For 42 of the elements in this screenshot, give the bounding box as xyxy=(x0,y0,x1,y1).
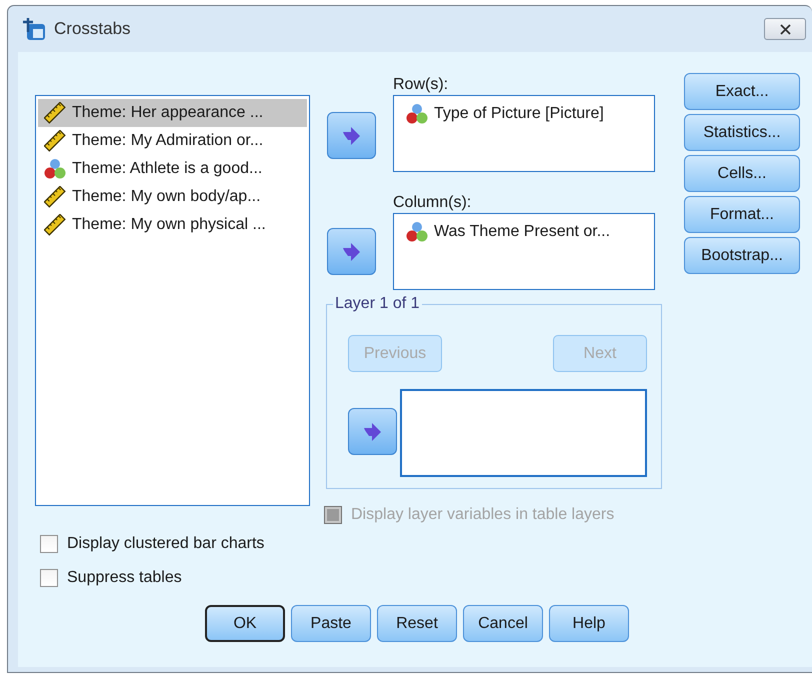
checkbox-label: Display clustered bar charts xyxy=(67,535,264,553)
circles-icon xyxy=(44,158,66,180)
dialog-button[interactable]: Reset xyxy=(377,605,457,642)
group-title: Layer 1 of 1 xyxy=(333,295,422,313)
dialog-button[interactable]: OK xyxy=(205,605,285,642)
variable-item[interactable]: Theme: Her appearance ... xyxy=(38,99,307,127)
circles-icon xyxy=(406,221,428,243)
checkbox[interactable] xyxy=(40,569,58,587)
variable-item[interactable]: Theme: My Admiration or... xyxy=(38,127,307,155)
variable-item[interactable]: Theme: My own body/ap... xyxy=(38,183,307,211)
window-title: Crosstabs xyxy=(54,19,131,39)
dialog-button[interactable]: Bootstrap... xyxy=(684,237,800,274)
variable-item[interactable]: Type of Picture [Picture] xyxy=(400,100,648,128)
dialog-button[interactable]: Format... xyxy=(684,196,800,233)
checkbox[interactable] xyxy=(40,535,58,553)
layer-list[interactable] xyxy=(400,389,647,477)
checkbox-label: Suppress tables xyxy=(67,569,182,587)
variable-list[interactable]: Theme: Her appearance ... Theme: My Admiration or... Theme: Athlete is a good... Theme: My own body/ap... Theme: My own physical ... xyxy=(35,95,310,506)
circles-icon xyxy=(406,103,428,125)
variable-item[interactable]: Was Theme Present or... xyxy=(400,218,648,246)
dialog-button[interactable]: Statistics... xyxy=(684,114,800,151)
target-list[interactable]: Type of Picture [Picture] xyxy=(393,95,655,172)
variable-item[interactable]: Theme: Athlete is a good... xyxy=(38,155,307,183)
dialog-button[interactable]: Exact... xyxy=(684,73,800,110)
arrow-icon xyxy=(342,242,361,260)
variable-item[interactable]: Theme: My own physical ... xyxy=(38,211,307,239)
target-list[interactable]: Was Theme Present or... xyxy=(393,213,655,290)
move-button[interactable] xyxy=(327,228,376,275)
move-button[interactable] xyxy=(348,408,397,455)
field-label: Column(s): xyxy=(393,193,472,213)
arrow-icon xyxy=(342,126,361,144)
arrow-icon xyxy=(363,422,382,440)
move-button[interactable] xyxy=(327,112,376,159)
field-label: Row(s): xyxy=(393,75,450,95)
checkbox-label: Display layer variables in table layers xyxy=(351,506,614,524)
dialog-button[interactable]: Paste xyxy=(291,605,371,642)
dialog-button[interactable]: Help xyxy=(549,605,629,642)
dialog-button[interactable]: Cells... xyxy=(684,155,800,192)
dialog-button[interactable]: Cancel xyxy=(463,605,543,642)
close-icon xyxy=(780,24,790,34)
table-icon xyxy=(22,17,46,41)
close-button[interactable] xyxy=(764,18,806,40)
